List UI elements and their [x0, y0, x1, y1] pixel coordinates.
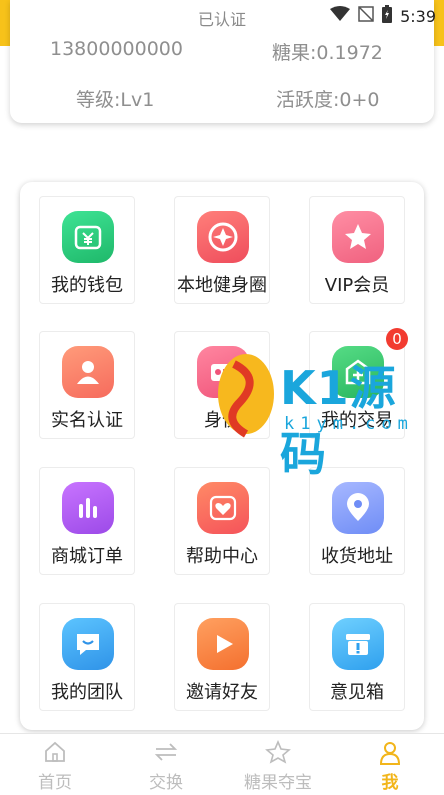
menu-item-label: 收货地址	[321, 546, 393, 567]
no-signal-icon	[358, 6, 374, 26]
menu-item-invite-friends[interactable]: 邀请好友	[174, 603, 270, 711]
menu-item-suggestion-box[interactable]: 意见箱	[309, 603, 405, 711]
nav-label: 我	[381, 773, 399, 793]
menu-item-vip[interactable]: VIP会员	[309, 196, 405, 304]
menu-item-label: 意见箱	[330, 682, 384, 703]
menu-item-label: 帮助中心	[186, 546, 258, 567]
menu-item-wallet[interactable]: 我的钱包	[39, 196, 135, 304]
wifi-icon	[330, 6, 351, 26]
menu-item-label: 我的钱包	[51, 275, 123, 296]
menu-item-real-name[interactable]: 实名认证	[39, 331, 135, 439]
nav-exchange[interactable]: 交换	[131, 734, 201, 795]
watermark-logo: K1源码 k1ym.com	[210, 350, 420, 481]
user-level: 等级:Lv1	[76, 89, 155, 111]
home-icon	[43, 740, 67, 768]
status-icons: 5:39	[330, 5, 436, 27]
vip-star-icon	[332, 211, 384, 263]
menu-item-label: 商城订单	[51, 546, 123, 567]
menu-item-label: 邀请好友	[186, 682, 258, 703]
nav-me[interactable]: 我	[360, 734, 420, 795]
order-icon	[62, 482, 114, 534]
nav-candy-treasure[interactable]: 糖果夺宝	[236, 734, 320, 795]
nav-label: 交换	[149, 773, 183, 793]
nav-label: 首页	[38, 773, 72, 793]
real-name-icon	[62, 346, 114, 398]
menu-item-fitness-circle[interactable]: 本地健身圈	[174, 196, 270, 304]
menu-item-mall-orders[interactable]: 商城订单	[39, 467, 135, 575]
help-heart-icon	[197, 482, 249, 534]
nav-label: 糖果夺宝	[244, 773, 312, 793]
clock-time: 5:39	[400, 6, 436, 26]
fitness-circle-icon	[197, 211, 249, 263]
verified-label: 已认证	[198, 10, 247, 29]
suggestion-box-icon	[332, 618, 384, 670]
star-icon	[265, 739, 291, 768]
profile-icon	[378, 740, 402, 770]
menu-item-label: VIP会员	[324, 275, 390, 296]
wallet-icon	[62, 211, 114, 263]
menu-item-help-center[interactable]: 帮助中心	[174, 467, 270, 575]
menu-item-my-team[interactable]: 我的团队	[39, 603, 135, 711]
status-bar: 已认证 5:39	[0, 0, 444, 30]
watermark-domain: k1ym.com	[284, 414, 414, 434]
menu-item-label: 本地健身圈	[177, 275, 267, 296]
trade-count-badge: 0	[386, 328, 408, 350]
exchange-icon	[153, 740, 179, 768]
activity-score: 活跃度:0+0	[276, 89, 380, 111]
page: 13800000000 糖果:0.1972 等级:Lv1 活跃度:0+0 已认证…	[0, 0, 444, 795]
menu-item-label: 我的团队	[51, 682, 123, 703]
nav-home[interactable]: 首页	[20, 734, 90, 795]
bottom-nav: 首页 交换 糖果夺宝 我	[0, 733, 444, 795]
candy-balance: 糖果:0.1972	[272, 42, 383, 64]
location-icon	[332, 482, 384, 534]
team-chat-icon	[62, 618, 114, 670]
menu-item-label: 实名认证	[51, 410, 123, 431]
phone-number: 13800000000	[50, 38, 183, 60]
battery-icon	[382, 5, 393, 27]
invite-play-icon	[197, 618, 249, 670]
